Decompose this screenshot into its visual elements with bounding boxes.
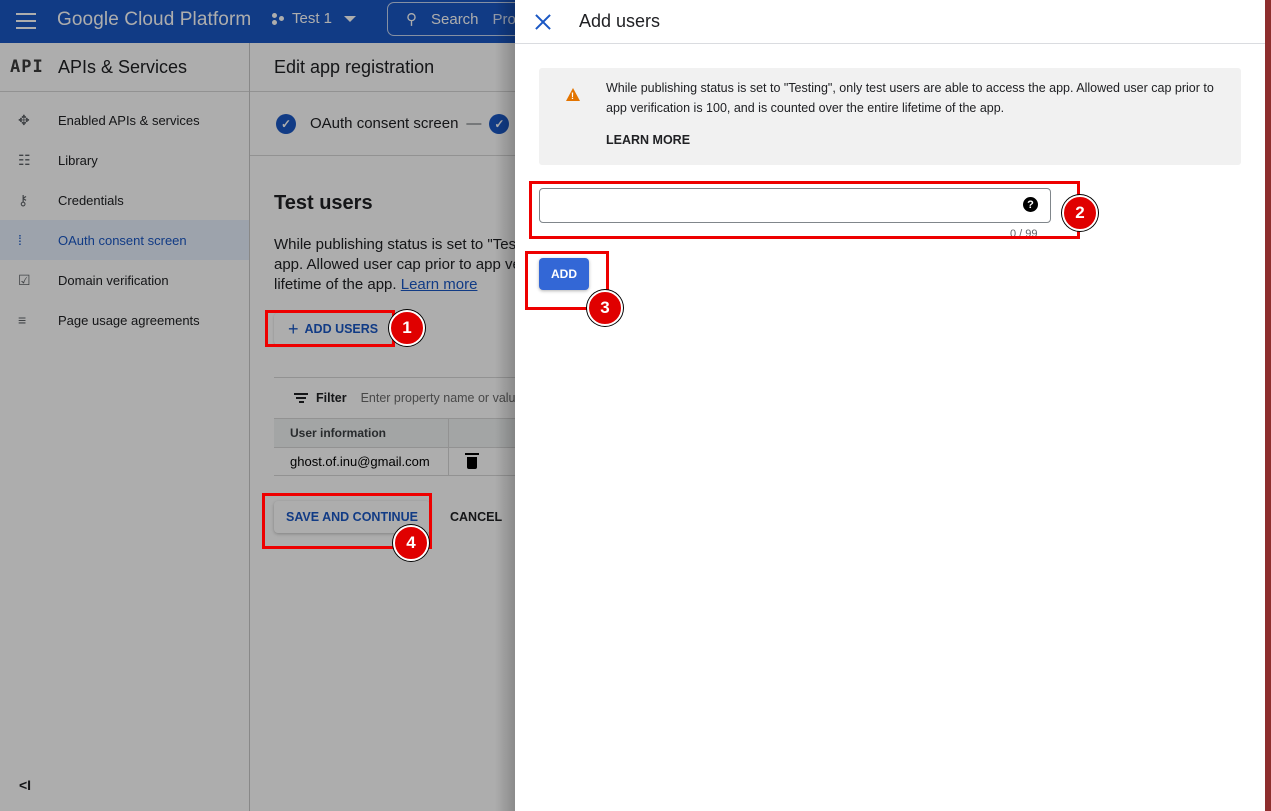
step-badge-4: 4 [393,525,429,561]
highlight-box-add-users [265,310,395,347]
step-badge-2: 2 [1062,195,1098,231]
learn-more-button[interactable]: LEARN MORE [606,133,690,147]
step-badge-1: 1 [389,310,425,346]
app-window: Google Cloud Platform Test 1 ⚲ Search Pr… [0,0,1265,811]
testing-notice: ! While publishing status is set to "Tes… [539,68,1241,165]
step-badge-3: 3 [587,290,623,326]
notice-text: While publishing status is set to "Testi… [606,81,1214,115]
modal-scrim[interactable] [0,0,515,811]
add-users-drawer: Add users ! While publishing status is s… [515,0,1265,811]
warning-icon: ! [566,88,580,101]
close-icon[interactable] [534,13,552,31]
drawer-title: Add users [579,11,661,31]
highlight-box-email-input [529,181,1080,239]
drawer-header: Add users [515,0,1265,44]
window-edge [1265,0,1271,811]
drawer-shadow [495,0,515,811]
